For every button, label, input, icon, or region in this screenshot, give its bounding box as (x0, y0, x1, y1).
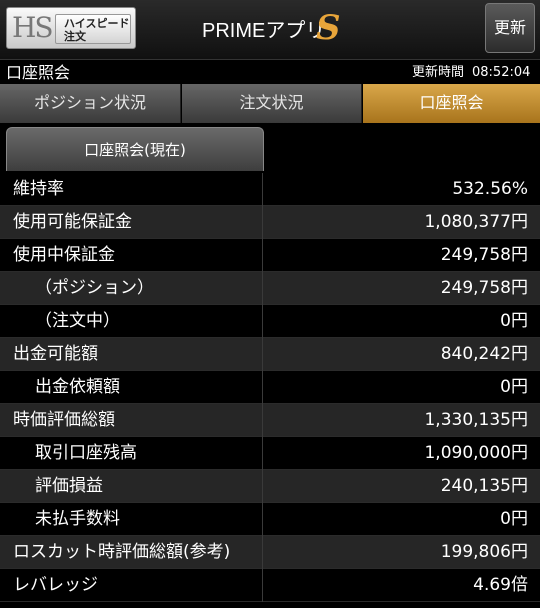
row-label: 評価損益 (0, 470, 263, 503)
table-row: （注文中） 0円 (0, 305, 540, 338)
logo-hs-mark: HS (12, 11, 54, 44)
tab-order-status[interactable]: 注文状況 (182, 84, 362, 123)
table-row: ロスカット時評価総額(参考) 199,806円 (0, 536, 540, 569)
row-value: 249,758円 (440, 245, 528, 265)
app-header: HS ハイスピード 注文 PRIMEアプリ S 更新 (0, 0, 540, 60)
logo-sub-line1: ハイスピード (64, 17, 130, 30)
main-tabs: ポジション状況 注文状況 口座照会 (0, 84, 540, 123)
tab-position-status[interactable]: ポジション状況 (0, 84, 181, 123)
row-label: （ポジション） (0, 272, 263, 305)
row-value: 1,090,000円 (424, 443, 528, 463)
row-label: 未払手数料 (0, 503, 263, 536)
subtab-area: 口座照会(現在) (0, 123, 540, 173)
tab-account-inquiry[interactable]: 口座照会 (363, 84, 540, 123)
row-label: 出金可能額 (0, 338, 263, 371)
table-row: 未払手数料 0円 (0, 503, 540, 536)
row-label: 使用中保証金 (0, 239, 263, 272)
logo-sub-line2: 注文 (64, 30, 86, 43)
app-logo: HS ハイスピード 注文 (6, 7, 136, 49)
table-row: 維持率 532.56% (0, 173, 540, 206)
row-value: 1,080,377円 (424, 212, 528, 232)
page-title: 口座照会 (6, 63, 71, 82)
row-label: ロスカット時評価総額(参考) (0, 536, 263, 569)
row-label: 取引口座残高 (0, 437, 263, 470)
row-value: 1,330,135円 (424, 410, 528, 430)
table-row: 取引口座残高 1,090,000円 (0, 437, 540, 470)
row-label: 出金依頼額 (0, 371, 263, 404)
row-label: 維持率 (0, 173, 263, 206)
table-row: 使用中保証金 249,758円 (0, 239, 540, 272)
table-row: 出金可能額 840,242円 (0, 338, 540, 371)
app-title-accent: S (316, 8, 341, 48)
table-row: 出金依頼額 0円 (0, 371, 540, 404)
row-label: （注文中） (0, 305, 263, 338)
row-label: レバレッジ (0, 569, 263, 602)
row-value: 840,242円 (440, 344, 528, 364)
row-value: 249,758円 (440, 278, 528, 298)
table-row: 使用可能保証金 1,080,377円 (0, 206, 540, 239)
row-value: 199,806円 (440, 542, 528, 562)
refresh-button[interactable]: 更新 (485, 3, 535, 53)
update-time-label: 更新時間 (412, 65, 465, 80)
row-value: 0円 (500, 377, 528, 397)
subtab-account-current[interactable]: 口座照会(現在) (6, 127, 264, 171)
row-value: 532.56% (452, 179, 528, 199)
row-value: 0円 (500, 311, 528, 331)
logo-high-speed-order: ハイスピード 注文 (55, 14, 131, 44)
table-row: 評価損益 240,135円 (0, 470, 540, 503)
update-time-value: 08:52:04 (472, 65, 531, 80)
row-label: 使用可能保証金 (0, 206, 263, 239)
row-value: 0円 (500, 509, 528, 529)
table-row: （ポジション） 249,758円 (0, 272, 540, 305)
row-value: 240,135円 (440, 476, 528, 496)
row-value: 4.69倍 (473, 575, 528, 595)
subheader-bar: 口座照会 更新時間 08:52:04 (0, 61, 540, 84)
row-label: 時価評価総額 (0, 404, 263, 437)
app-title: PRIMEアプリ (202, 20, 326, 42)
account-table: 維持率 532.56% 使用可能保証金 1,080,377円 使用中保証金 24… (0, 173, 540, 602)
table-row: レバレッジ 4.69倍 (0, 569, 540, 602)
table-row: 時価評価総額 1,330,135円 (0, 404, 540, 437)
